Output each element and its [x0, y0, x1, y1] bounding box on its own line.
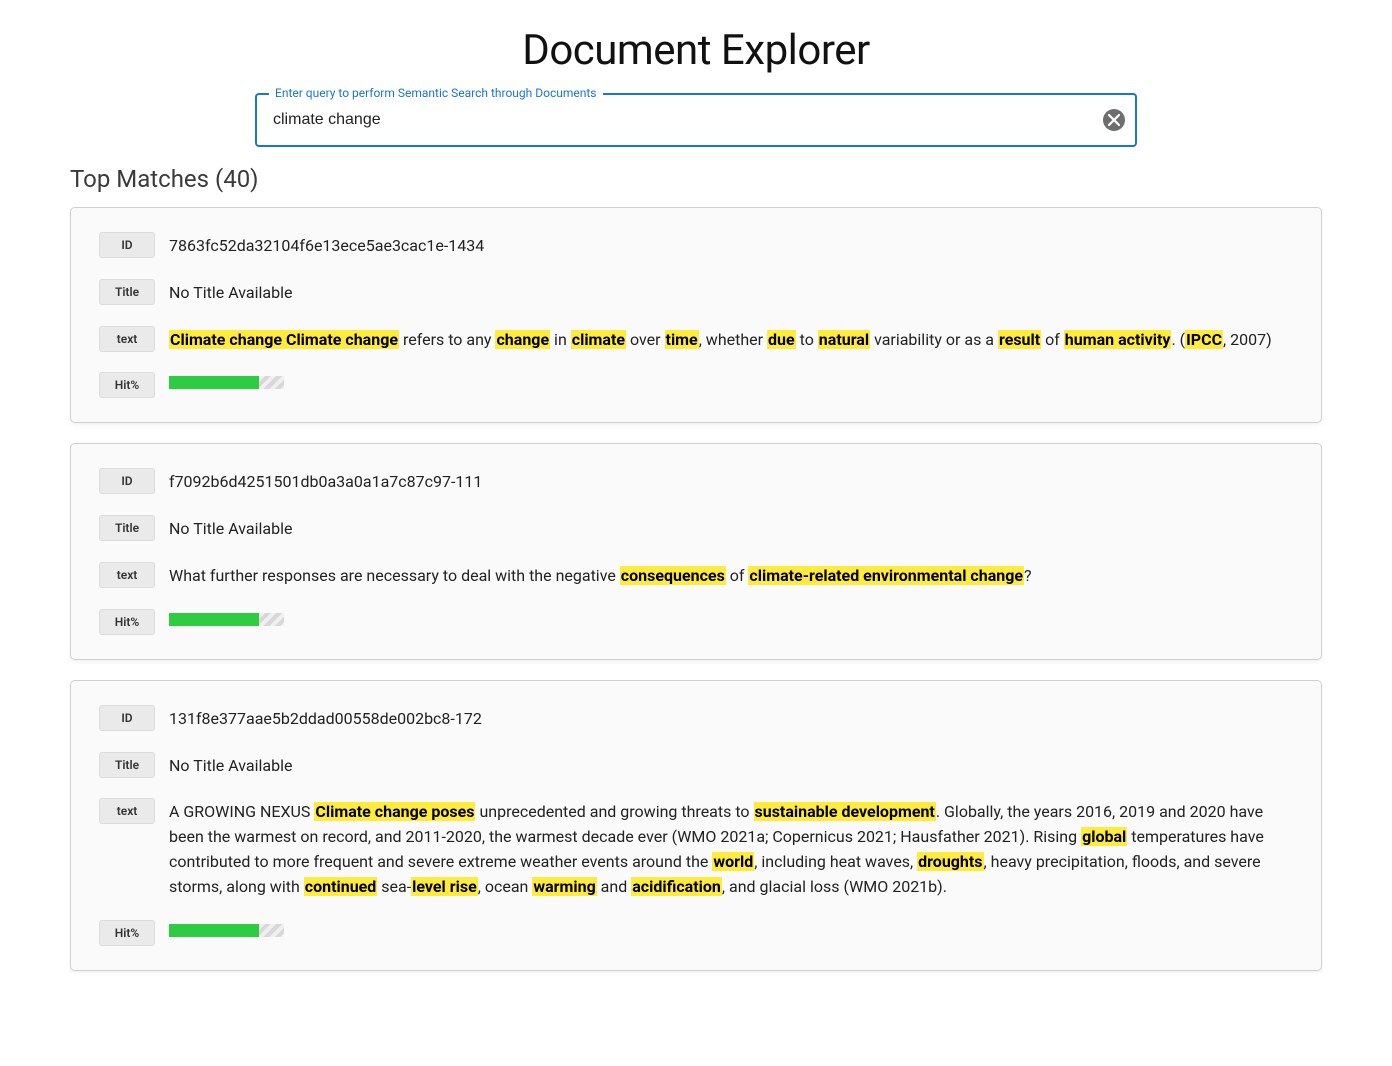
title-label: Title: [99, 279, 155, 305]
hit-bar-container: [169, 609, 1293, 626]
result-card[interactable]: ID 7863fc52da32104f6e13ece5ae3cac1e-1434 T…: [70, 207, 1322, 423]
text-value: Climate change Climate change refers to …: [169, 326, 1293, 353]
hit-label: Hit%: [99, 609, 155, 635]
search-label: Enter query to perform Semantic Search t…: [269, 86, 603, 100]
hit-bar-container: [169, 372, 1293, 389]
title-value: No Title Available: [169, 515, 1293, 542]
title-value: No Title Available: [169, 752, 1293, 779]
hit-bar-fill: [169, 376, 259, 389]
result-card[interactable]: ID 131f8e377aae5b2ddad00558de002bc8-172 Ti…: [70, 680, 1322, 971]
text-label: text: [99, 562, 155, 588]
hit-bar-fill: [169, 613, 259, 626]
search-input[interactable]: [271, 110, 1089, 130]
hit-bar: [169, 376, 284, 389]
hit-bar: [169, 613, 284, 626]
hit-label: Hit%: [99, 372, 155, 398]
title-value: No Title Available: [169, 279, 1293, 306]
search-field[interactable]: Enter query to perform Semantic Search t…: [255, 93, 1137, 147]
page-title: Document Explorer: [0, 26, 1392, 75]
hit-bar-container: [169, 920, 1293, 937]
id-label: ID: [99, 705, 155, 731]
id-label: ID: [99, 232, 155, 258]
text-value: What further responses are necessary to …: [169, 562, 1293, 589]
hit-label: Hit%: [99, 920, 155, 946]
id-value: f7092b6d4251501db0a3a0a1a7c87c97-111: [169, 468, 1293, 495]
text-label: text: [99, 798, 155, 824]
close-icon: [1108, 114, 1120, 126]
result-card[interactable]: ID f7092b6d4251501db0a3a0a1a7c87c97-111 Ti…: [70, 443, 1322, 659]
text-value: A GROWING NEXUS Climate change poses unp…: [169, 798, 1293, 899]
text-label: text: [99, 326, 155, 352]
id-value: 7863fc52da32104f6e13ece5ae3cac1e-1434: [169, 232, 1293, 259]
title-label: Title: [99, 515, 155, 541]
hit-bar-fill: [169, 924, 259, 937]
id-value: 131f8e377aae5b2ddad00558de002bc8-172: [169, 705, 1293, 732]
results-heading: Top Matches (40): [70, 165, 1392, 193]
id-label: ID: [99, 468, 155, 494]
search-container: Enter query to perform Semantic Search t…: [255, 93, 1137, 147]
results-list: ID 7863fc52da32104f6e13ece5ae3cac1e-1434 T…: [0, 207, 1392, 1001]
clear-search-button[interactable]: [1103, 109, 1125, 131]
title-label: Title: [99, 752, 155, 778]
hit-bar: [169, 924, 284, 937]
